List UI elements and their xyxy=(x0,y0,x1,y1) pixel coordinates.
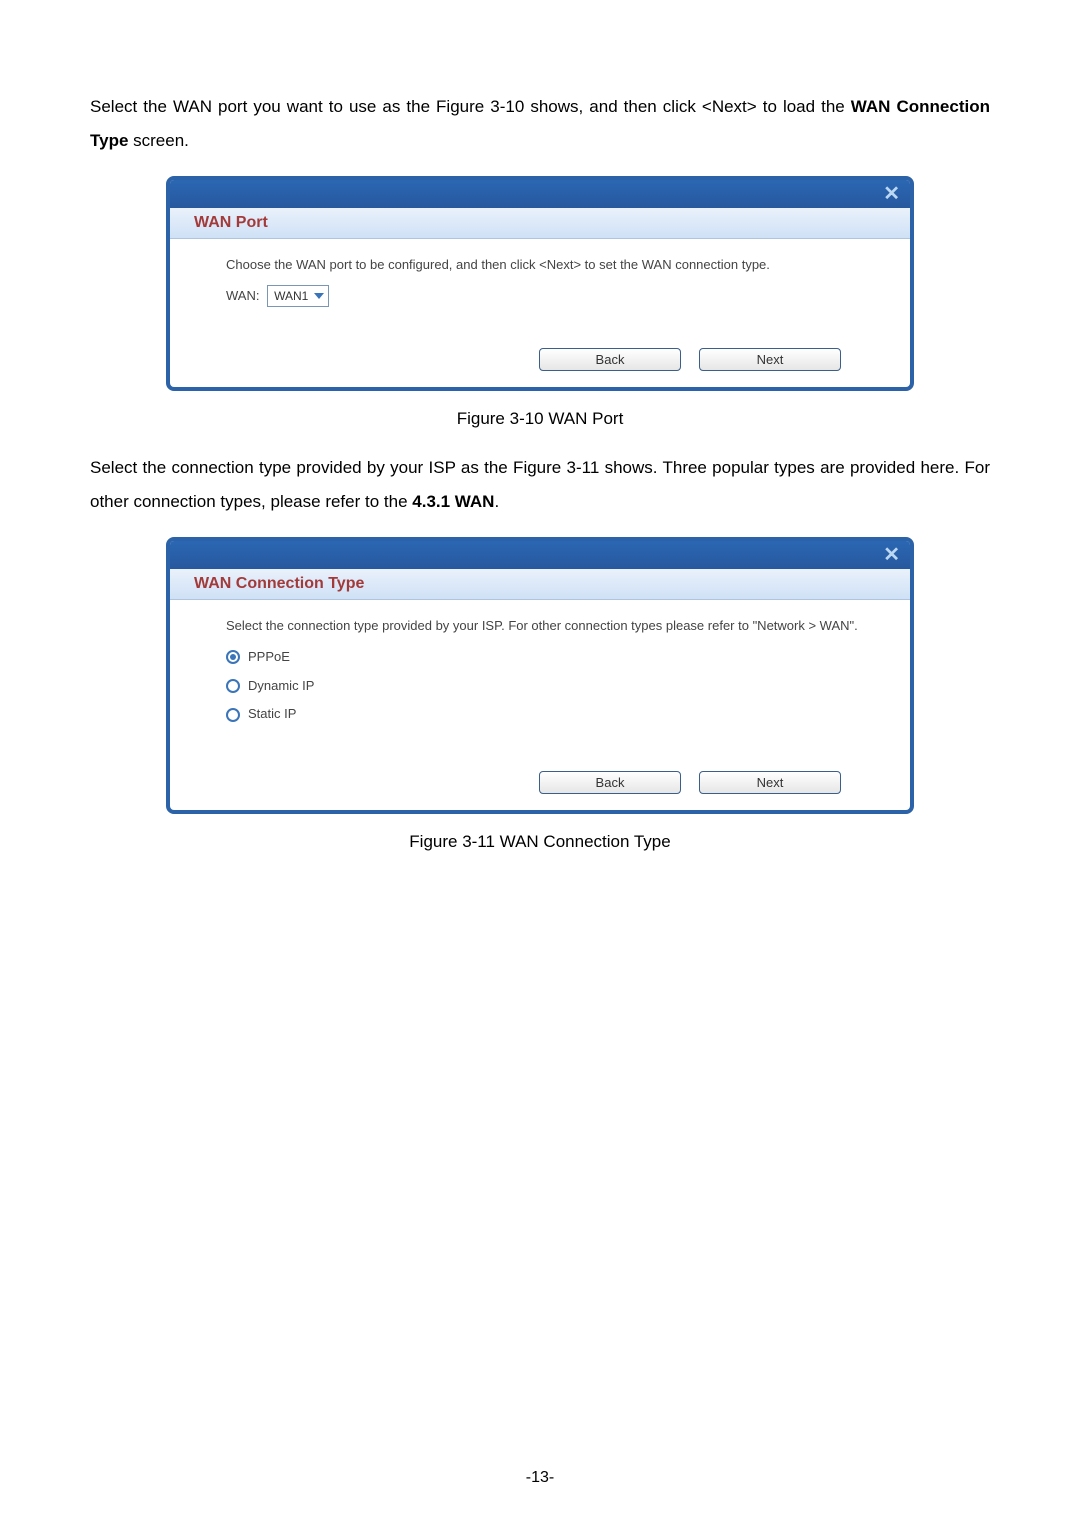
back-button[interactable]: Back xyxy=(539,348,681,371)
page-number: -13- xyxy=(0,1469,1080,1487)
wan-select-value: WAN1 xyxy=(274,285,308,308)
next-button[interactable]: Next xyxy=(699,348,841,371)
dialog-buttons: Back Next xyxy=(470,747,910,810)
wan-select[interactable]: WAN1 xyxy=(267,285,329,307)
intro-paragraph-2: Select the connection type provided by y… xyxy=(90,451,990,519)
next-button[interactable]: Next xyxy=(699,771,841,794)
intro2-post: . xyxy=(494,492,499,511)
radio-icon[interactable] xyxy=(226,679,240,693)
dialog-topbar: ✕ xyxy=(170,541,910,569)
figure-caption-2: Figure 3-11 WAN Connection Type xyxy=(90,832,990,852)
dialog-title: WAN Port xyxy=(170,208,910,239)
connection-type-option[interactable]: Dynamic IP xyxy=(226,674,886,699)
connection-type-option[interactable]: PPPoE xyxy=(226,645,886,670)
close-icon[interactable]: ✕ xyxy=(883,184,900,204)
wan-conn-type-dialog: ✕ WAN Connection Type Select the connect… xyxy=(166,537,914,814)
wan-label: WAN: xyxy=(226,288,259,303)
wan-conn-desc: Select the connection type provided by y… xyxy=(226,614,886,639)
dialog-topbar: ✕ xyxy=(170,180,910,208)
close-icon[interactable]: ✕ xyxy=(883,545,900,565)
connection-type-label: Static IP xyxy=(248,702,296,727)
intro2-bold: 4.3.1 WAN xyxy=(412,492,494,511)
connection-type-option[interactable]: Static IP xyxy=(226,702,886,727)
connection-type-label: PPPoE xyxy=(248,645,290,670)
wan-port-dialog: ✕ WAN Port Choose the WAN port to be con… xyxy=(166,176,914,391)
connection-type-label: Dynamic IP xyxy=(248,674,314,699)
wan-select-row: WAN: WAN1 xyxy=(226,284,886,309)
intro1-pre: Select the WAN port you want to use as t… xyxy=(90,97,851,116)
connection-type-radios: PPPoE Dynamic IP Static IP xyxy=(226,645,886,727)
back-button[interactable]: Back xyxy=(539,771,681,794)
intro2-pre: Select the connection type provided by y… xyxy=(90,458,990,511)
figure-caption-1: Figure 3-10 WAN Port xyxy=(90,409,990,429)
intro-paragraph-1: Select the WAN port you want to use as t… xyxy=(90,90,990,158)
dialog-body: Choose the WAN port to be configured, an… xyxy=(170,239,910,324)
chevron-down-icon xyxy=(314,293,324,299)
dialog-buttons: Back Next xyxy=(470,324,910,387)
wan-port-desc: Choose the WAN port to be configured, an… xyxy=(226,253,886,278)
dialog-body: Select the connection type provided by y… xyxy=(170,600,910,747)
radio-icon[interactable] xyxy=(226,708,240,722)
intro1-post: screen. xyxy=(128,131,188,150)
radio-icon[interactable] xyxy=(226,650,240,664)
dialog-title: WAN Connection Type xyxy=(170,569,910,600)
